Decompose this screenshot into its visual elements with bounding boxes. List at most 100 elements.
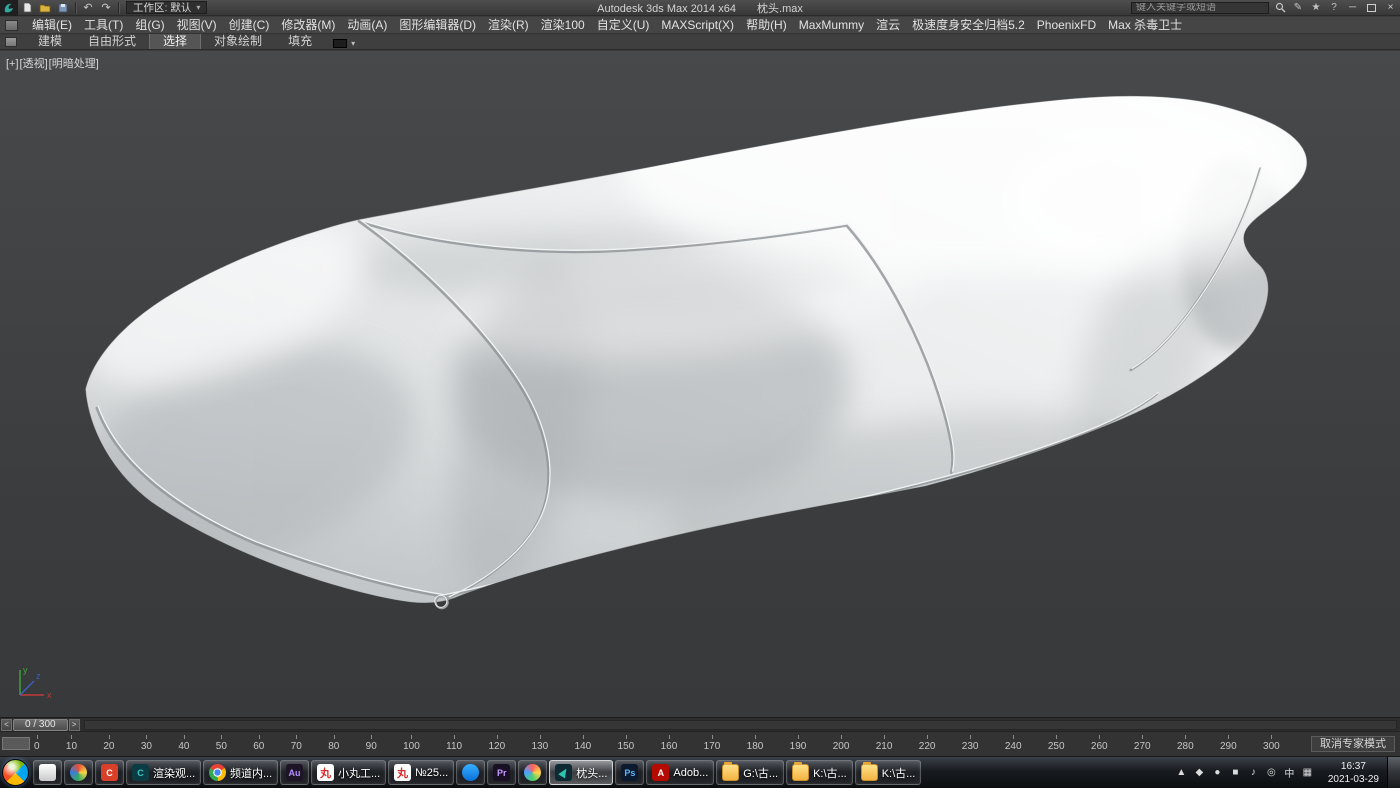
viewport[interactable]: [+][透视][明暗处理] x y z [0, 51, 1400, 717]
search-icon[interactable] [1273, 1, 1287, 14]
menu-item[interactable]: MAXScript(X) [655, 17, 740, 34]
menu-item[interactable]: 创建(C) [223, 17, 276, 34]
trackbar-tick: 290 [1220, 741, 1237, 752]
menu-item[interactable]: 编辑(E) [26, 17, 78, 34]
ribbon-tab[interactable]: 选择 [149, 33, 201, 49]
ribbon-tab[interactable]: 对象绘制 [201, 34, 275, 49]
time-slider-track[interactable] [84, 720, 1397, 730]
taskbar-button-folder[interactable]: G:\古... [716, 760, 784, 785]
menu-item[interactable]: 图形编辑器(D) [393, 17, 482, 34]
trackbar-tick: 0 [34, 741, 40, 752]
trackbar-tick: 250 [1048, 741, 1065, 752]
trackbar-tick: 90 [366, 741, 377, 752]
taskbar-button-acrobat[interactable]: AAdob... [646, 760, 714, 785]
time-slider: < 0 / 300 > [0, 717, 1400, 731]
close-button[interactable]: × [1383, 1, 1398, 14]
next-frame-button[interactable]: > [69, 719, 80, 731]
taskbar-button-folder[interactable]: K:\古... [855, 760, 922, 785]
menu-item[interactable]: 修改器(M) [275, 17, 341, 34]
folder-icon [722, 764, 739, 781]
menu-item[interactable]: 组(G) [129, 17, 170, 34]
taskbar-button-max[interactable]: 枕头... [549, 760, 613, 785]
tray-app-icon-4[interactable]: ♪ [1246, 767, 1261, 778]
ribbon-tabs-bar: 建模自由形式选择对象绘制填充 ▾ [0, 35, 1400, 50]
ribbon-tab[interactable]: 自由形式 [75, 34, 149, 49]
taskbar-button-red-c[interactable]: C [95, 760, 124, 785]
time-slider-handle[interactable]: 0 / 300 [13, 719, 68, 731]
wan-icon: 丸 [394, 764, 411, 781]
taskbar-button-adobe-pr[interactable]: Pr [487, 760, 516, 785]
tray-show-hidden-icon[interactable]: ▲ [1174, 767, 1189, 778]
help-icon[interactable]: ? [1327, 1, 1341, 14]
redo-icon[interactable]: ↷ [97, 1, 115, 15]
menu-item[interactable]: 渲染(R) [482, 17, 535, 34]
tray-app-icon-2[interactable]: ● [1210, 767, 1225, 778]
menu-item[interactable]: 帮助(H) [740, 17, 793, 34]
pencil-icon[interactable]: ✎ [1291, 1, 1305, 14]
taskbar-button-tool-white[interactable] [33, 760, 62, 785]
toolbar-separator [118, 2, 119, 14]
menu-item[interactable]: 动画(A) [341, 17, 393, 34]
tray-app-icon-1[interactable]: ◆ [1192, 767, 1207, 778]
input-method-indicator[interactable]: 中 [1282, 765, 1297, 780]
menu-item[interactable]: 极速度身安全归档5.2 [906, 17, 1031, 34]
menu-item[interactable]: MaxMummy [793, 17, 870, 34]
viewport-plus-menu[interactable]: [+] [6, 58, 19, 70]
taskbar-button-label: 小丸工... [338, 765, 380, 781]
cancel-expert-mode-button[interactable]: 取消专家模式 [1311, 736, 1395, 752]
document-name: 枕头.max [757, 3, 803, 15]
adobe-pr-icon: Pr [493, 764, 510, 781]
ribbon-grid-icon[interactable] [5, 37, 17, 47]
minimize-button[interactable]: ─ [1345, 1, 1360, 14]
menubar-grid-icon[interactable] [5, 20, 18, 31]
maximize-button[interactable] [1364, 1, 1379, 14]
taskbar-button-adobe-au[interactable]: Au [280, 760, 309, 785]
open-file-icon[interactable] [36, 1, 54, 15]
ribbon-overflow-icon[interactable]: ▾ [333, 39, 355, 48]
viewport-view-menu[interactable]: [透视] [20, 58, 48, 70]
undo-icon[interactable]: ↶ [79, 1, 97, 15]
clock-date: 2021-03-29 [1328, 773, 1379, 786]
start-button[interactable] [2, 759, 29, 786]
taskbar-button-label: 渲染观... [153, 765, 195, 781]
ribbon-display-icon [333, 39, 347, 48]
viewport-shading-menu[interactable]: [明暗处理] [49, 58, 99, 70]
search-input[interactable] [1131, 2, 1269, 14]
new-scene-icon[interactable] [18, 1, 36, 15]
menu-item[interactable]: PhoenixFD [1031, 17, 1102, 34]
ribbon-tab[interactable]: 建模 [25, 34, 75, 49]
red-c-icon: C [101, 764, 118, 781]
tray-app-icon-3[interactable]: ■ [1228, 767, 1243, 778]
taskbar-button-circle-color2[interactable] [518, 760, 547, 785]
menu-item[interactable]: 渲云 [870, 17, 906, 34]
menu-item[interactable]: 视图(V) [171, 17, 223, 34]
previous-frame-button[interactable]: < [1, 719, 12, 731]
taskbar-button-circle-color[interactable] [64, 760, 93, 785]
menu-item[interactable]: 渲染100 [535, 17, 591, 34]
taskbar-button-chrome[interactable]: 频道内... [203, 760, 278, 785]
tray-app-icon-5[interactable]: ◎ [1264, 767, 1279, 778]
titlebar: ↶ ↷ 工作区: 默认 ▾ Autodesk 3ds Max 2014 x64 … [0, 0, 1400, 16]
ribbon-tab[interactable]: 填充 [275, 34, 325, 49]
taskbar-button-wan[interactable]: 丸小丸工... [311, 760, 386, 785]
star-icon[interactable]: ★ [1309, 1, 1323, 14]
menu-item[interactable]: Max 杀毒卫士 [1102, 17, 1188, 34]
info-center: ✎ ★ ? ─ × [1131, 1, 1398, 14]
trackbar-tick: 50 [216, 741, 227, 752]
taskbar-clock[interactable]: 16:37 2021-03-29 [1320, 760, 1387, 786]
taskbar-button-teal-c[interactable]: C渲染观... [126, 760, 201, 785]
show-desktop-button[interactable] [1387, 757, 1400, 788]
menu-item[interactable]: 工具(T) [78, 17, 129, 34]
save-file-icon[interactable] [54, 1, 72, 15]
taskbar-button-adobe-ps[interactable]: Ps [615, 760, 644, 785]
taskbar-button-folder[interactable]: K:\古... [786, 760, 853, 785]
network-icon[interactable]: ▦ [1300, 767, 1315, 778]
app-logo-icon[interactable] [0, 0, 18, 16]
system-tray: ▲◆●■♪◎中▦ [1169, 765, 1320, 780]
workspace-selector[interactable]: 工作区: 默认 ▾ [126, 1, 207, 14]
menu-item[interactable]: 自定义(U) [591, 17, 656, 34]
track-bar[interactable]: 0102030405060708090100110120130140150160… [0, 731, 1400, 757]
chevron-down-icon: ▾ [196, 3, 200, 12]
taskbar-button-tim[interactable] [456, 760, 485, 785]
taskbar-button-wan[interactable]: 丸№25... [388, 760, 454, 785]
